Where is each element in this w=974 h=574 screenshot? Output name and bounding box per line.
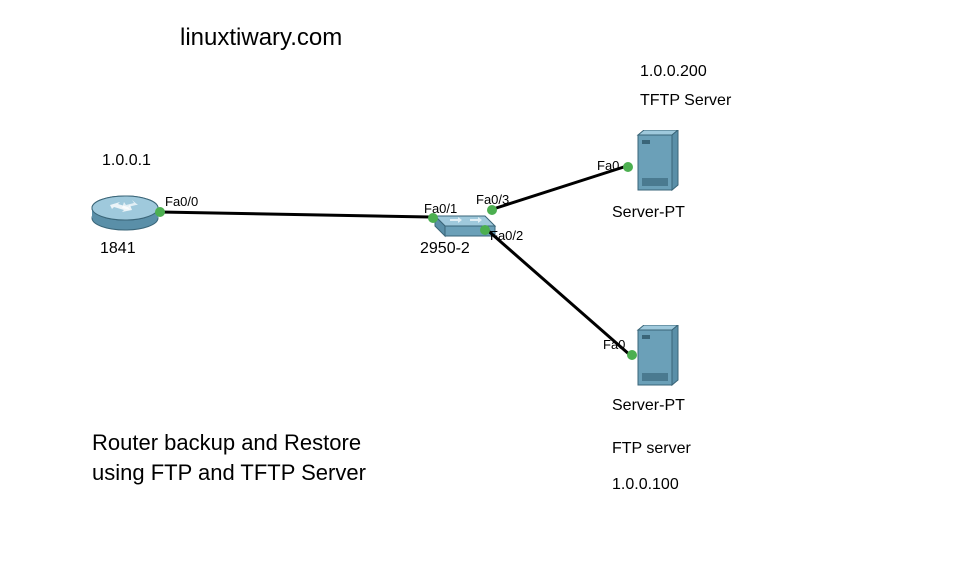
- link-dot: [627, 350, 637, 360]
- link-dot: [623, 162, 633, 172]
- link-dot: [428, 213, 438, 223]
- link-dot: [487, 205, 497, 215]
- link-dot: [480, 225, 490, 235]
- link-dot: [155, 207, 165, 217]
- network-links: [0, 0, 974, 574]
